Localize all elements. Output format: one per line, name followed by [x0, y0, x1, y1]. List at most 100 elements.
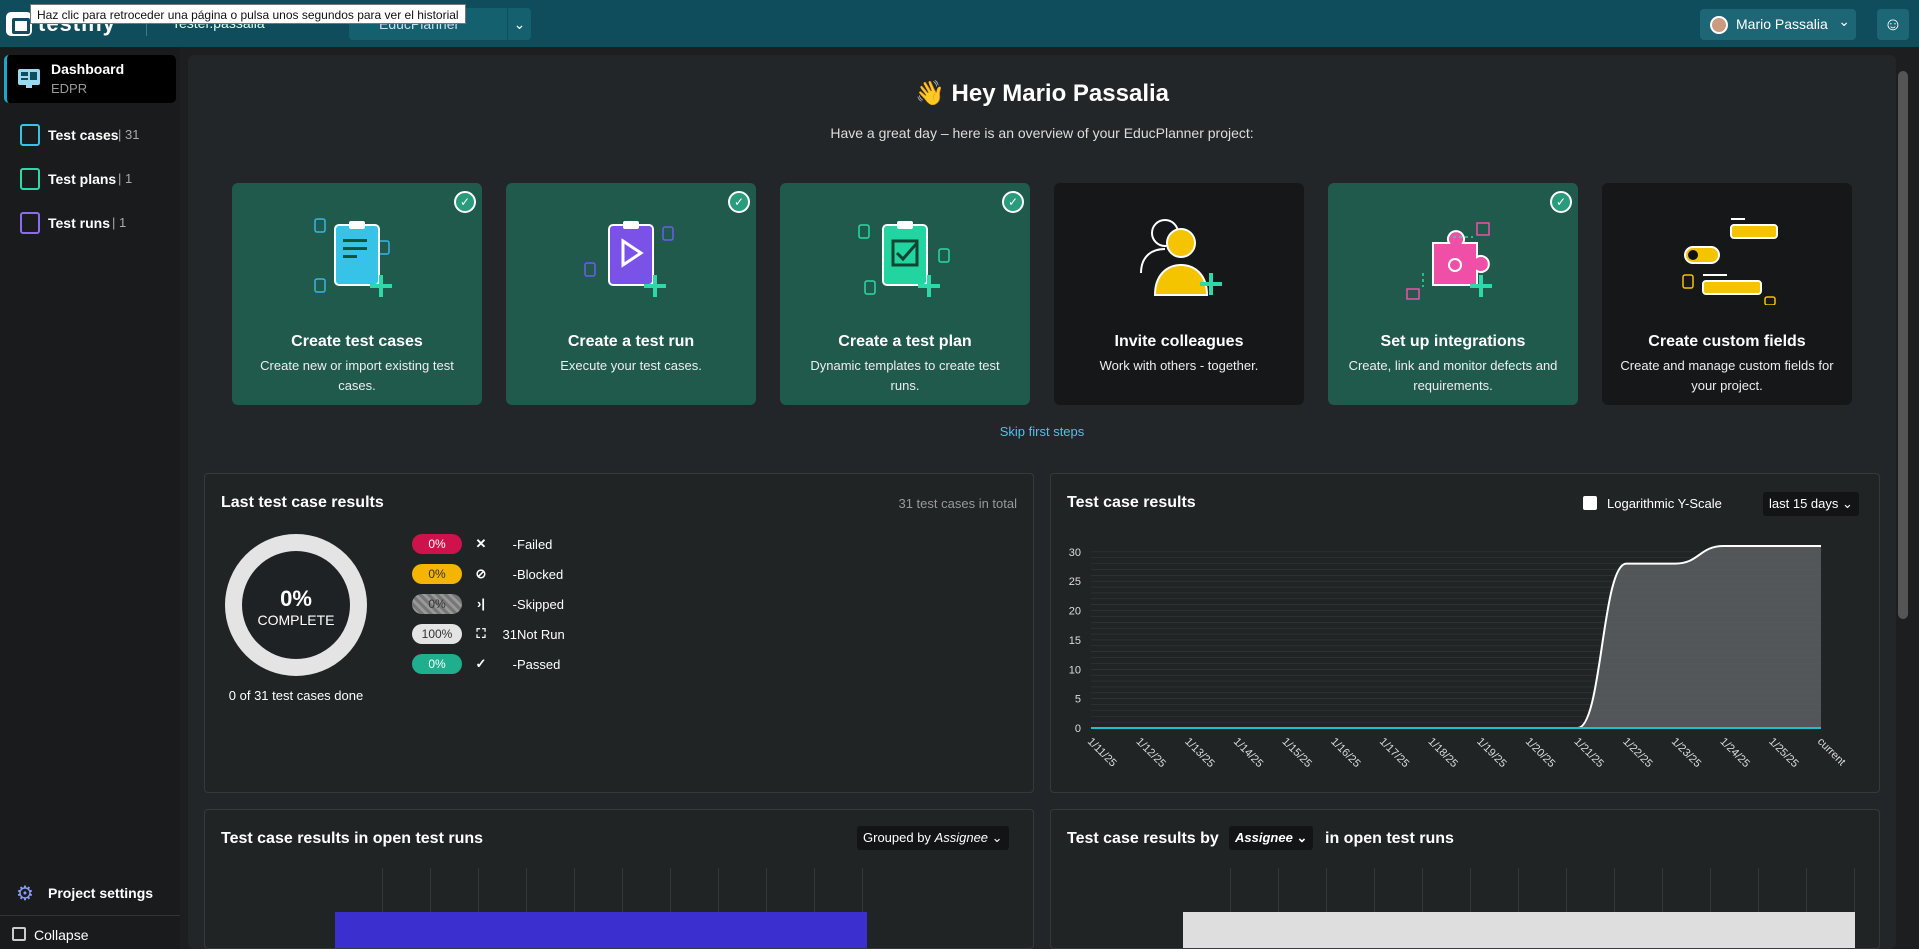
sidebar-item-dashboard[interactable]: Dashboard EDPR: [4, 55, 176, 103]
y-tick-label: 20: [1069, 606, 1081, 618]
sidebar-item-label: Dashboard: [51, 61, 125, 77]
card-description: Create new or import existing test cases…: [260, 358, 454, 393]
card-invite-colleagues[interactable]: Invite colleagues Work with others - tog…: [1054, 183, 1304, 405]
log-scale-checkbox[interactable]: [1583, 496, 1597, 510]
open-runs-panel: Test case results in open test runs Grou…: [204, 809, 1034, 949]
series-area: [1091, 546, 1821, 728]
chart-bar[interactable]: [1183, 912, 1855, 948]
status-label: Skipped: [517, 597, 564, 612]
sidebar-item-count: | 31: [118, 127, 140, 142]
range-select[interactable]: last 15 days ⌄: [1763, 492, 1859, 516]
browser-tooltip: Haz clic para retroceder una página o pu…: [30, 4, 466, 24]
x-tick-label: 1/22/25: [1620, 736, 1654, 770]
done-count: 0 of 31 test cases done: [228, 688, 364, 703]
status-label: Failed: [517, 537, 553, 552]
x-tick-label: 1/24/25: [1718, 736, 1752, 770]
sidebar-item-label: Project settings: [48, 885, 154, 901]
card-create-custom-fields[interactable]: Create custom fields Create and manage c…: [1602, 183, 1852, 405]
log-scale-label: Logarithmic Y-Scale: [1607, 496, 1722, 511]
feedback-smiley-icon[interactable]: ☺: [1877, 9, 1909, 40]
sidebar-item-test-cases[interactable]: Test cases | 31: [0, 117, 180, 153]
sidebar-item-label: Test cases: [48, 127, 119, 143]
skip-label: Skip first steps: [999, 424, 1085, 439]
group-by-value: Assignee: [934, 830, 989, 845]
count-value: 1: [119, 215, 127, 230]
test-case-clipboard-icon: [314, 218, 392, 297]
donut-label: COMPLETE: [257, 612, 335, 628]
test-case-results-chart-panel: Test case results Logarithmic Y-Scale la…: [1050, 473, 1880, 793]
status-count: 31: [502, 627, 517, 642]
integrations-puzzle-icon: [1406, 222, 1492, 300]
sidebar-item-test-runs[interactable]: Test runs | 1: [0, 205, 180, 241]
test-plan-clipboard-icon: [858, 221, 950, 297]
x-tick-label: 1/23/25: [1669, 736, 1703, 770]
chart-bar[interactable]: [335, 912, 867, 948]
donut-percentage: 0%: [280, 586, 312, 611]
x-tick-label: 1/20/25: [1523, 736, 1557, 770]
sidebar-item-count: | 1: [118, 171, 133, 186]
card-create-test-run[interactable]: ✓ Create a test run Execute your test ca…: [506, 183, 756, 405]
chevron-down-icon: ⌄: [1842, 496, 1853, 511]
group-by-select[interactable]: Grouped by Assignee ⌄: [857, 826, 1009, 850]
y-tick-label: 5: [1075, 694, 1081, 706]
card-title: Create test cases: [291, 333, 423, 350]
card-title: Invite colleagues: [1114, 333, 1244, 350]
collapse-button[interactable]: Collapse: [0, 923, 180, 947]
chevron-down-icon: ⌄: [1838, 13, 1850, 29]
card-description: Create and manage custom fields for your…: [1620, 358, 1834, 393]
assignee-select[interactable]: Assignee ⌄: [1229, 826, 1314, 850]
collapse-label: Collapse: [34, 927, 89, 943]
collapse-icon: [12, 927, 26, 941]
test-cases-icon: [20, 124, 40, 146]
x-tick-label: 1/16/25: [1328, 736, 1362, 770]
status-label: Passed: [517, 657, 561, 672]
check-icon: ✓: [1550, 191, 1572, 213]
check-icon: ✓: [1002, 191, 1024, 213]
test-plans-icon: [20, 168, 40, 190]
page-title: 👋 Hey Mario Passalia: [188, 79, 1896, 108]
sidebar-item-project-settings[interactable]: ⚙ Project settings: [0, 879, 180, 909]
group-by-prefix: Grouped by: [863, 830, 931, 845]
card-description: Work with others - together.: [1099, 358, 1259, 373]
custom-fields-icon: [1682, 218, 1778, 305]
card-title: Set up integrations: [1380, 333, 1526, 350]
card-title: Create a test plan: [838, 333, 972, 350]
panel-title: Test case results in open test runs: [221, 830, 484, 847]
app-logo-icon[interactable]: [6, 12, 32, 36]
skip-first-steps-link[interactable]: Skip first steps: [188, 424, 1896, 439]
y-tick-label: 0: [1075, 723, 1081, 735]
y-tick-label: 25: [1069, 576, 1081, 588]
x-tick-label: 1/25/25: [1766, 736, 1800, 770]
panel-title-prefix: Test case results by: [1067, 830, 1219, 847]
status-count: -: [512, 657, 517, 672]
x-tick-label: 1/13/25: [1182, 736, 1216, 770]
x-tick-label: 1/14/25: [1231, 736, 1265, 770]
x-tick-label: 1/11/25: [1085, 736, 1119, 770]
card-set-up-integrations[interactable]: ✓ Set up integrations Create, link and m…: [1328, 183, 1578, 405]
card-create-test-cases[interactable]: ✓ Create test cases Create new or import…: [232, 183, 482, 405]
scrollbar[interactable]: [1896, 55, 1910, 949]
sidebar-item-test-plans[interactable]: Test plans | 1: [0, 161, 180, 197]
x-tick-label: 1/17/25: [1377, 736, 1411, 770]
scrollbar-thumb[interactable]: [1898, 71, 1908, 619]
card-create-test-plan[interactable]: ✓ Create a test plan Dynamic templates t…: [780, 183, 1030, 405]
status-percentage: 100%: [412, 624, 462, 644]
account-menu-button[interactable]: Mario Passalia ⌄: [1700, 9, 1856, 40]
results-by-assignee-panel: Test case results by Assignee ⌄ in open …: [1050, 809, 1880, 949]
card-description: Execute your test cases.: [560, 358, 702, 373]
last-results-panel: Last test case results 31 test cases in …: [204, 473, 1034, 793]
sidebar-item-label: Test plans: [48, 171, 117, 187]
invite-users-icon: [1140, 219, 1222, 296]
panel-title: Test case results: [1067, 494, 1196, 511]
x-tick-label: 1/21/25: [1572, 736, 1606, 770]
card-title: Create a test run: [567, 333, 695, 350]
sidebar-item-count: | 1: [112, 215, 127, 230]
count-value: 1: [125, 171, 133, 186]
card-title: Create custom fields: [1648, 333, 1806, 350]
x-tick-label: 1/15/25: [1280, 736, 1314, 770]
assignee-value: Assignee: [1235, 830, 1293, 845]
chevron-down-icon[interactable]: ⌄: [507, 8, 531, 40]
greeting-title: Hey Mario Passalia: [951, 80, 1169, 107]
wave-emoji: 👋: [914, 80, 945, 107]
panel-title-suffix: in open test runs: [1325, 830, 1454, 847]
